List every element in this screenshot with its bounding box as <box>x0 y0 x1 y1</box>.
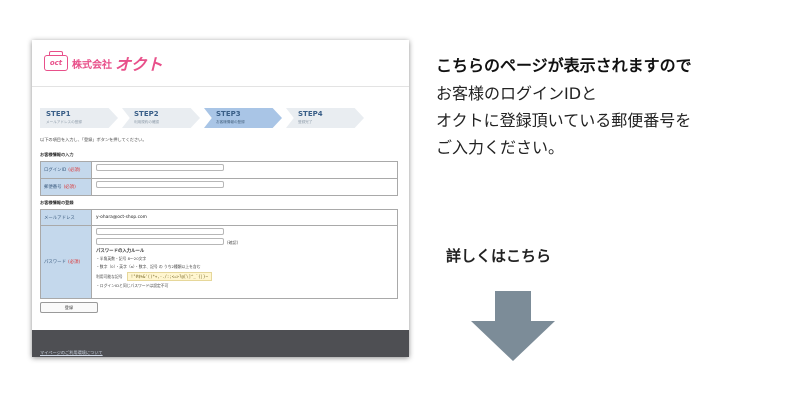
zip-label: 郵便番号 (必須) <box>41 179 92 195</box>
login-id-label-text: ログインID <box>44 168 67 173</box>
email-row: メールアドレス y-ohara@oct-shop.com <box>41 210 397 226</box>
step-title: STEP3 <box>216 110 241 118</box>
zip-row: 郵便番号 (必須) <box>41 179 397 195</box>
password-input[interactable] <box>96 228 224 235</box>
login-id-row: ログインID (必須) <box>41 162 397 179</box>
password-confirm-input[interactable] <box>96 238 224 245</box>
down-arrow-icon <box>471 291 555 361</box>
step-subtitle: 登録完了 <box>298 120 313 124</box>
zip-input[interactable] <box>96 181 224 188</box>
password-label-text: パスワード <box>44 260 66 265</box>
instruction-line: ご入力ください。 <box>436 138 565 157</box>
company-logo: oct 株式会社 オクト <box>44 51 163 74</box>
customer-input-table: ログインID (必須) 郵便番号 (必須) <box>40 161 398 196</box>
step-3: STEP3 お客様情報の登録 <box>204 108 282 128</box>
step-2: STEP2 利用規約の確認 <box>122 108 200 128</box>
password-label: パスワード (必須) <box>41 226 92 298</box>
section-title-input: お客様情報の入力 <box>40 152 74 157</box>
login-id-input[interactable] <box>96 164 224 171</box>
password-rules-title: パスワードの入力ルール <box>96 249 145 254</box>
logo-mark: oct <box>44 51 68 71</box>
password-rule: ・ログインIDと同じパスワードは設定不可 <box>96 283 169 288</box>
register-button[interactable]: 登録 <box>40 302 98 313</box>
required-badge: (必須) <box>63 185 76 190</box>
password-rule: 利用可能な記号 !"#$%&'()*+,-./:;<=>?@[\]^_`{|}~ <box>96 272 393 281</box>
symbols-label: 利用可能な記号 <box>96 274 123 279</box>
required-badge: (必須) <box>67 260 81 265</box>
screenshot-card: oct 株式会社 オクト STEP1 メールアドレスの登録 STEP2 利用規約… <box>32 40 409 357</box>
instruction-text: 以下の項目を入力し、「登録」ボタンを押してください。 <box>40 137 147 142</box>
logo-text: 株式会社 <box>72 59 112 71</box>
password-rule: ・数字（0）・英字（a）・数字、記号 の うち2種類以上を含む <box>96 264 201 269</box>
section-title-register: お客様情報の登録 <box>40 200 74 205</box>
step-1: STEP1 メールアドレスの登録 <box>40 108 118 128</box>
step-title: STEP4 <box>298 110 323 118</box>
logo-brand: オクト <box>115 55 163 74</box>
symbols-box: !"#$%&'()*+,-./:;<=>?@[\]^_`{|}~ <box>126 272 212 281</box>
customer-register-table: メールアドレス y-ohara@oct-shop.com パスワード (必須) … <box>40 209 398 299</box>
confirm-label: (確認) <box>227 240 239 245</box>
email-label: メールアドレス <box>41 210 92 225</box>
details-label: 詳しくはこちら <box>446 247 552 265</box>
password-rule: ・半角英数・記号 8〜20文字 <box>96 256 147 261</box>
password-cell: (確認) パスワードの入力ルール ・半角英数・記号 8〜20文字 ・数字（0）・… <box>92 226 397 298</box>
instruction-heading: こちらのページが表示されますので <box>436 56 692 75</box>
page-footer: マイページのご利用環境について <box>32 330 409 357</box>
password-row: パスワード (必須) (確認) パスワードの入力ルール ・半角英数・記号 8〜2… <box>41 226 397 298</box>
login-id-cell <box>92 162 397 178</box>
zip-label-text: 郵便番号 <box>44 185 62 190</box>
step-indicator: STEP1 メールアドレスの登録 STEP2 利用規約の確認 STEP3 お客様… <box>40 108 368 128</box>
step-subtitle: メールアドレスの登録 <box>46 120 82 124</box>
environment-link[interactable]: マイページのご利用環境について <box>40 350 103 356</box>
email-value: y-ohara@oct-shop.com <box>96 215 147 220</box>
instruction-line: お客様のログインIDと <box>436 84 598 103</box>
step-subtitle: お客様情報の登録 <box>216 120 245 124</box>
step-4: STEP4 登録完了 <box>286 108 364 128</box>
step-subtitle: 利用規約の確認 <box>134 120 160 124</box>
step-title: STEP1 <box>46 110 71 118</box>
instruction-line: オクトに登録頂いている郵便番号を <box>436 111 692 130</box>
step-title: STEP2 <box>134 110 159 118</box>
header-divider <box>32 86 409 87</box>
zip-cell <box>92 179 397 195</box>
required-badge: (必須) <box>68 168 81 173</box>
login-id-label: ログインID (必須) <box>41 162 92 178</box>
